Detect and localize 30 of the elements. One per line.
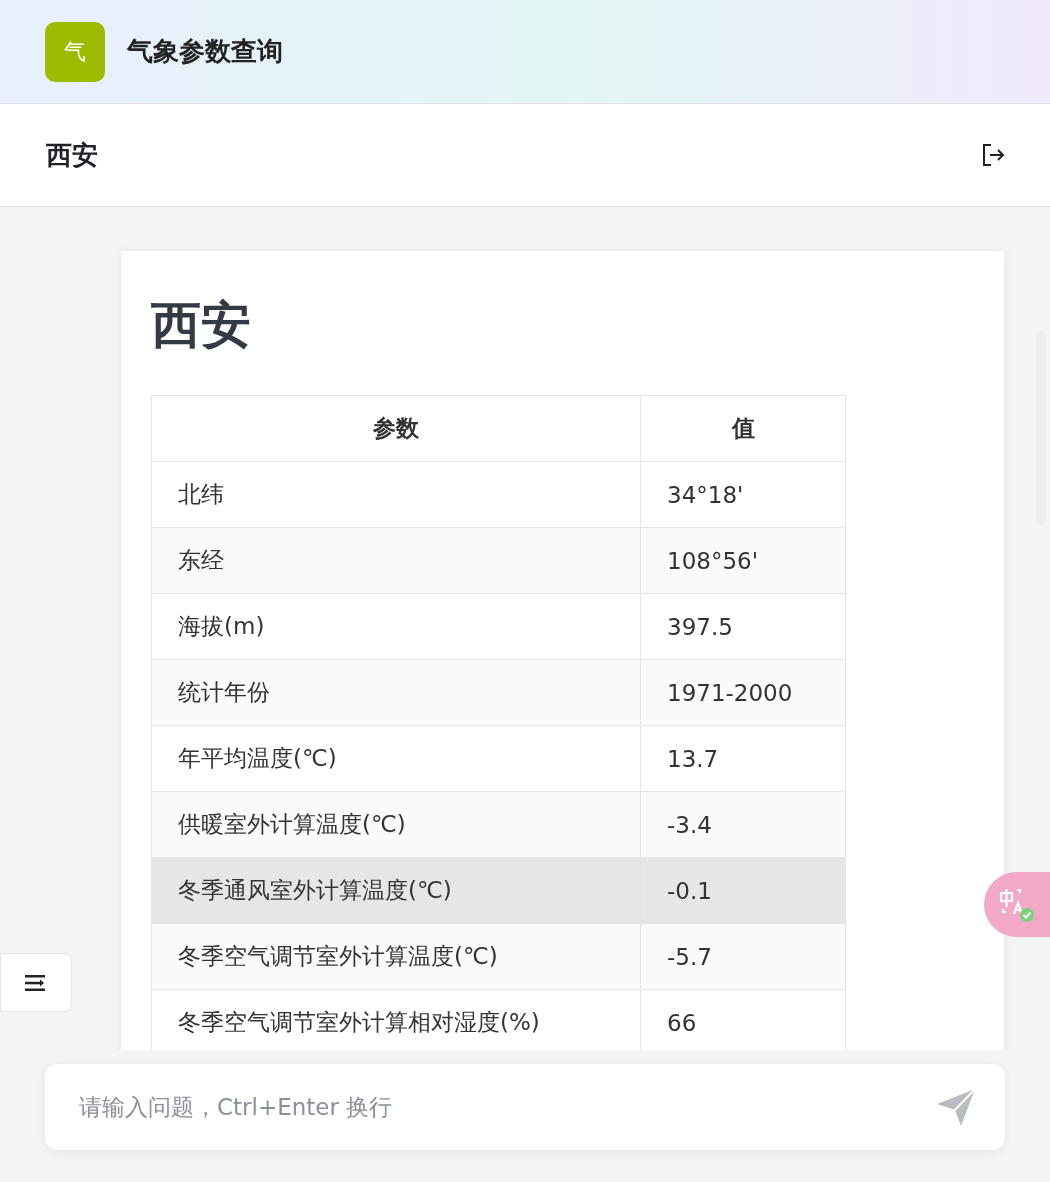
send-button[interactable] bbox=[935, 1086, 977, 1128]
table-cell: -5.7 bbox=[640, 923, 846, 990]
app-logo: 气 bbox=[45, 21, 105, 82]
table-cell: 34°18' bbox=[640, 461, 846, 528]
table-cell: 东经 bbox=[151, 527, 641, 594]
table-cell: 年平均温度(℃) bbox=[151, 725, 641, 792]
table-cell: 海拔(m) bbox=[151, 593, 641, 660]
column-header: 参数 bbox=[151, 395, 641, 462]
table-cell: 冬季空气调节室外计算温度(℃) bbox=[151, 923, 641, 990]
table-cell: 397.5 bbox=[640, 593, 846, 660]
table-cell: -0.1 bbox=[640, 857, 846, 924]
column-header: 值 bbox=[640, 395, 846, 462]
menu-button[interactable] bbox=[0, 953, 72, 1012]
document-heading: 西安 bbox=[151, 295, 252, 355]
table-cell: 108°56' bbox=[640, 527, 846, 594]
question-field[interactable]: 请输入问题，Ctrl+Enter 换行 bbox=[45, 1064, 1005, 1150]
table-cell: 供暖室外计算温度(℃) bbox=[151, 791, 641, 858]
location-title: 西安 bbox=[46, 138, 98, 172]
table-cell: 北纬 bbox=[151, 461, 641, 528]
table-cell: 1971-2000 bbox=[640, 659, 846, 726]
table-cell: 冬季通风室外计算温度(℃) bbox=[151, 857, 641, 924]
table-cell: -3.4 bbox=[640, 791, 846, 858]
logout-icon[interactable] bbox=[980, 142, 1006, 168]
send-icon bbox=[935, 1086, 977, 1128]
app-title: 气象参数查询 bbox=[127, 35, 283, 68]
table-cell: 13.7 bbox=[640, 725, 846, 792]
translate-button[interactable] bbox=[984, 872, 1050, 937]
menu-icon bbox=[25, 973, 47, 992]
question-input[interactable]: 请输入问题，Ctrl+Enter 换行 bbox=[77, 1093, 935, 1121]
table-cell: 统计年份 bbox=[151, 659, 641, 726]
